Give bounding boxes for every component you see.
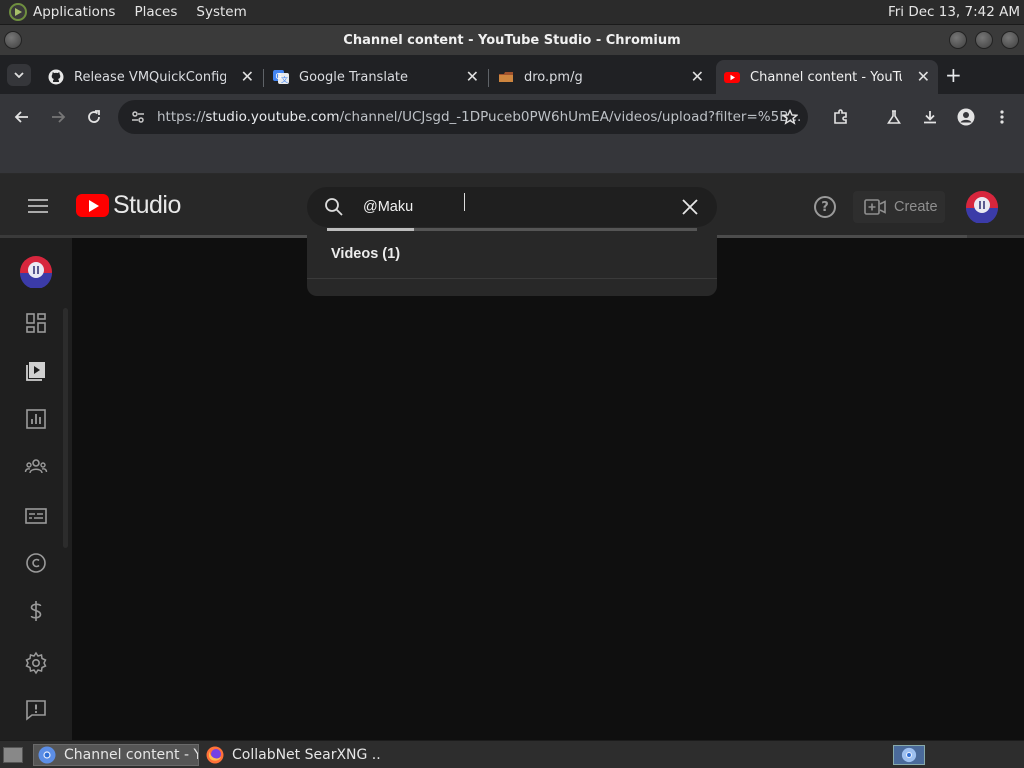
create-label: Create <box>894 199 938 215</box>
close-tab-icon[interactable]: ✕ <box>917 67 930 86</box>
create-button[interactable]: Create <box>853 191 945 223</box>
youtube-logo-icon[interactable] <box>76 194 109 217</box>
back-icon[interactable] <box>10 105 34 129</box>
text-cursor <box>464 193 469 211</box>
tab-strip: Release VMQuickConfig 1.6 ✕ G文 Google Tr… <box>0 55 1024 94</box>
places-menu[interactable]: Places <box>134 4 177 20</box>
firefox-icon <box>206 746 224 764</box>
chevron-down-icon <box>14 72 24 78</box>
distro-logo-icon[interactable] <box>9 3 27 21</box>
channel-avatar[interactable] <box>20 256 52 288</box>
taskbar-label: Channel content - Y... <box>64 747 199 763</box>
tab-google-translate[interactable]: G文 Google Translate ✕ <box>265 60 487 94</box>
taskbar: Channel content - Y... CollabNet SearXNG… <box>0 740 1024 768</box>
tab-channel-content[interactable]: Channel content - YouTube Studio ✕ <box>716 60 938 94</box>
taskbar-label: CollabNet SearXNG ... <box>232 747 382 763</box>
close-tab-icon[interactable]: ✕ <box>466 67 479 86</box>
subtitles-icon[interactable] <box>24 504 48 528</box>
google-translate-icon: G文 <box>273 70 289 84</box>
minimize-window-icon[interactable] <box>949 31 967 49</box>
new-tab-button[interactable]: + <box>945 63 962 87</box>
bookmark-star-icon[interactable] <box>778 105 802 129</box>
tab-label: Channel content - YouTube Studio <box>750 69 902 85</box>
studio-sidebar <box>0 238 72 740</box>
site-settings-icon[interactable] <box>126 105 150 129</box>
hamburger-menu-icon[interactable] <box>28 199 48 213</box>
taskbar-item-firefox[interactable]: CollabNet SearXNG ... <box>202 744 382 766</box>
url-scheme: https:// <box>157 109 206 125</box>
tab-label: dro.pm/g <box>524 69 583 85</box>
earn-dollar-icon[interactable] <box>24 599 48 623</box>
suggestion-videos[interactable]: Videos (1) <box>331 246 400 262</box>
settings-gear-icon[interactable] <box>24 651 48 675</box>
close-window-icon[interactable] <box>1001 31 1019 49</box>
browser-toolbar: https://studio.youtube.com/channel/UCJsg… <box>0 94 1024 140</box>
clear-search-icon[interactable] <box>679 196 701 218</box>
dashboard-icon[interactable] <box>24 311 48 335</box>
tab-separator <box>488 69 489 87</box>
search-suggestions-dropdown: Videos (1) <box>307 228 717 296</box>
tab-label: Google Translate <box>299 69 409 85</box>
github-icon <box>48 69 64 85</box>
account-avatar[interactable] <box>966 191 998 223</box>
close-tab-icon[interactable]: ✕ <box>241 67 254 86</box>
clock[interactable]: Fri Dec 13, 7:42 AM <box>888 4 1020 20</box>
url-path: /channel/UCJsgd_-1DPuceb0PW6hUmEA/videos… <box>339 109 802 125</box>
tray-chromium-icon[interactable] <box>893 745 925 765</box>
tab-search-button[interactable] <box>7 64 31 86</box>
dropdown-divider <box>307 278 717 279</box>
url-text: https://studio.youtube.com/channel/UCJsg… <box>157 109 801 125</box>
tab-release-vmquickconfig[interactable]: Release VMQuickConfig 1.6 ✕ <box>40 60 262 94</box>
chromium-icon <box>38 746 56 764</box>
window-menu-icon[interactable] <box>4 31 22 49</box>
sidebar-scrollbar[interactable] <box>63 308 68 548</box>
applications-menu[interactable]: Applications <box>33 4 115 20</box>
address-bar[interactable]: https://studio.youtube.com/channel/UCJsg… <box>118 100 808 134</box>
top-panel: Applications Places System Fri Dec 13, 7… <box>0 0 1024 25</box>
reload-icon[interactable] <box>82 105 106 129</box>
download-icon[interactable] <box>918 105 942 129</box>
channel-search-box[interactable] <box>307 187 717 227</box>
window-title: Channel content - YouTube Studio - Chrom… <box>343 32 681 48</box>
studio-logo-text[interactable]: Studio <box>113 191 181 220</box>
profile-icon[interactable] <box>954 105 978 129</box>
send-feedback-icon[interactable] <box>24 698 48 722</box>
window-titlebar[interactable]: Channel content - YouTube Studio - Chrom… <box>0 25 1024 55</box>
tab-label: Release VMQuickConfig 1.6 <box>74 69 226 85</box>
maximize-window-icon[interactable] <box>975 31 993 49</box>
labs-flask-icon[interactable] <box>882 105 906 129</box>
create-video-icon <box>864 199 886 215</box>
more-menu-icon[interactable] <box>990 105 1014 129</box>
svg-text:文: 文 <box>281 75 288 84</box>
tab-separator <box>263 69 264 87</box>
analytics-icon[interactable] <box>24 407 48 431</box>
close-tab-icon[interactable]: ✕ <box>691 67 704 86</box>
help-icon[interactable]: ? <box>814 196 836 218</box>
bookmark-bar <box>0 140 1024 174</box>
forward-icon[interactable] <box>46 105 70 129</box>
url-host: studio.youtube.com <box>205 109 340 125</box>
show-desktop-icon[interactable] <box>3 747 23 763</box>
search-icon <box>325 198 343 216</box>
content-icon[interactable] <box>24 359 48 383</box>
system-menu[interactable]: System <box>196 4 246 20</box>
tab-dro-pm[interactable]: dro.pm/g ✕ <box>490 60 712 94</box>
taskbar-item-chromium[interactable]: Channel content - Y... <box>33 744 199 766</box>
community-icon[interactable] <box>24 455 48 479</box>
extensions-icon[interactable] <box>829 105 853 129</box>
search-input[interactable] <box>363 194 663 220</box>
copyright-icon[interactable] <box>24 551 48 575</box>
search-progress-fill <box>327 228 414 231</box>
dro-pm-icon <box>499 72 513 82</box>
youtube-icon <box>724 72 740 83</box>
